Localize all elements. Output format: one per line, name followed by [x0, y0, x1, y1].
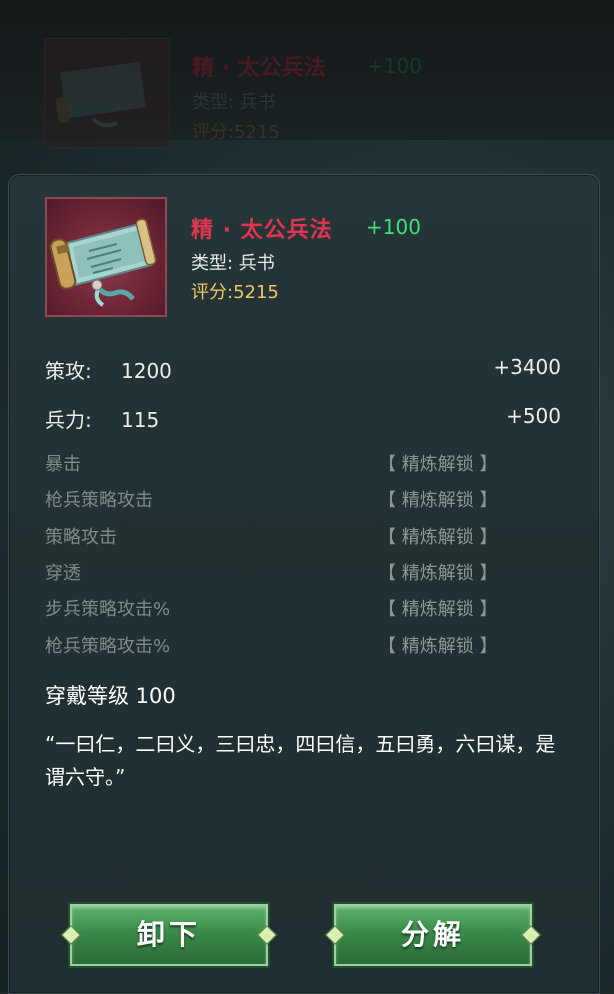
- stat-value: 115: [121, 408, 160, 432]
- locked-stat-status: 【 精炼解锁 】: [378, 490, 498, 511]
- locked-stat-row: 枪兵策略攻击% 【 精炼解锁 】: [45, 632, 561, 660]
- locked-stat-status: 【 精炼解锁 】: [378, 454, 498, 475]
- stat-troops-bonus: +500: [506, 404, 561, 428]
- stat-value: 1200: [121, 359, 172, 383]
- locked-stat-row: 枪兵策略攻击 【 精炼解锁 】: [45, 486, 561, 514]
- item-bonus: +100: [366, 215, 421, 239]
- stat-label: 策攻:: [45, 359, 92, 383]
- background-item-score: 评分:5215: [192, 122, 280, 143]
- locked-stat-row: 策略攻击 【 精炼解锁 】: [45, 523, 561, 551]
- decompose-button[interactable]: 分解: [325, 904, 541, 966]
- item-thumbnail: [45, 197, 167, 317]
- locked-stat-name: 枪兵策略攻击%: [45, 636, 171, 657]
- locked-stat-name: 暴击: [45, 454, 81, 475]
- locked-stat-name: 穿透: [45, 563, 81, 584]
- background-item-thumbnail: [44, 38, 170, 148]
- background-item-name: 精 · 太公兵法: [192, 56, 326, 81]
- stat-label: 兵力:: [45, 408, 92, 432]
- scroll-icon: [55, 61, 146, 128]
- locked-stat-name: 步兵策略攻击%: [45, 599, 171, 620]
- locked-stat-row: 步兵策略攻击% 【 精炼解锁 】: [45, 595, 561, 623]
- item-type: 类型: 兵书: [191, 253, 275, 274]
- stat-strategy-attack: 策攻: 1200: [45, 355, 172, 384]
- unequip-button-label: 卸下: [136, 918, 201, 951]
- locked-stat-status: 【 精炼解锁 】: [378, 599, 498, 620]
- unequip-button[interactable]: 卸下: [61, 904, 277, 966]
- stat-strategy-attack-bonus: +3400: [493, 355, 561, 379]
- item-name: 精 · 太公兵法: [191, 218, 333, 243]
- scroll-icon: [49, 218, 157, 307]
- decompose-button-label: 分解: [400, 918, 465, 951]
- item-flavor-quote: “一曰仁，二曰义，三曰忠，四曰信，五曰勇，六曰谋，是谓六守。”: [45, 732, 556, 789]
- background-item-bonus: +100: [367, 54, 422, 78]
- equip-level-requirement: 穿戴等级 100: [45, 684, 176, 708]
- background-item-type: 类型: 兵书: [192, 92, 276, 113]
- stat-troops: 兵力: 115: [45, 404, 159, 433]
- locked-stat-status: 【 精炼解锁 】: [378, 636, 498, 657]
- locked-stat-status: 【 精炼解锁 】: [378, 563, 498, 584]
- locked-stat-row: 暴击 【 精炼解锁 】: [45, 450, 561, 478]
- locked-stat-row: 穿透 【 精炼解锁 】: [45, 559, 561, 587]
- locked-stat-name: 枪兵策略攻击: [45, 490, 153, 511]
- locked-stat-name: 策略攻击: [45, 527, 117, 548]
- item-score: 评分:5215: [191, 282, 279, 303]
- locked-stat-status: 【 精炼解锁 】: [378, 527, 498, 548]
